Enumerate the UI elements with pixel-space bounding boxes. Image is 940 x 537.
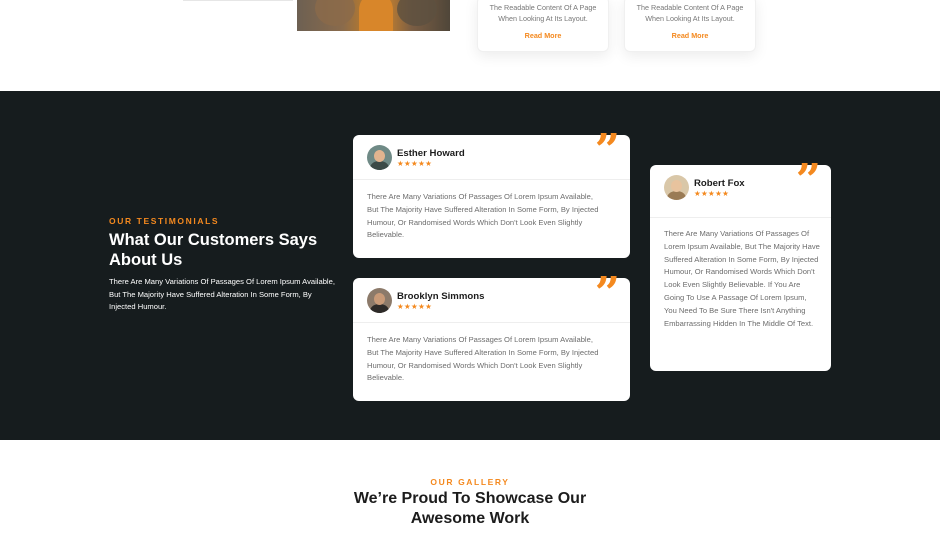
- testimonials-title: What Our Customers Says About Us: [109, 231, 318, 269]
- testimonial-card-brooklyn-simmons: ” Brooklyn Simmons ★★★★★ There Are Many …: [353, 272, 630, 401]
- testimonial-text: There Are Many Variations Of Passages Of…: [367, 192, 599, 240]
- quote-icon: ”: [795, 155, 821, 206]
- gallery-eyebrow: OUR GALLERY: [430, 477, 510, 487]
- read-more-link[interactable]: Read More: [672, 31, 709, 40]
- testimonial-card-esther-howard: ” Esther Howard ★★★★★ There Are Many Var…: [353, 129, 630, 258]
- card-divider: [353, 179, 630, 180]
- divider-line: [183, 0, 293, 1]
- testimonial-text: There Are Many Variations Of Passages Of…: [664, 229, 820, 328]
- reviewer-name: Esther Howard: [397, 147, 465, 159]
- card-divider: [353, 322, 630, 323]
- quote-icon: ”: [594, 268, 620, 319]
- avatar: [367, 288, 392, 313]
- read-more-link[interactable]: Read More: [525, 31, 562, 40]
- testimonial-text: There Are Many Variations Of Passages Of…: [367, 335, 599, 383]
- reviewer-name: Robert Fox: [694, 177, 745, 189]
- blog-section-partial: The Readable Content Of A Page When Look…: [0, 0, 940, 91]
- avatar: [664, 175, 689, 200]
- star-rating: ★★★★★: [397, 301, 433, 311]
- star-rating: ★★★★★: [694, 188, 730, 198]
- blog-card-excerpt: The Readable Content Of A Page When Look…: [636, 3, 744, 23]
- avatar: [367, 145, 392, 170]
- gallery-title: We’re Proud To Showcase Our Awesome Work: [0, 489, 940, 529]
- blog-card: The Readable Content Of A Page When Look…: [477, 0, 609, 52]
- reviewer-name: Brooklyn Simmons: [397, 290, 485, 302]
- testimonial-card-robert-fox: ” Robert Fox ★★★★★ There Are Many Variat…: [650, 159, 831, 371]
- blog-card-excerpt: The Readable Content Of A Page When Look…: [489, 3, 597, 23]
- star-rating: ★★★★★: [397, 158, 433, 168]
- gallery-title-text: We’re Proud To Showcase Our Awesome Work: [353, 490, 587, 527]
- testimonials-description: There Are Many Variations Of Passages Of…: [109, 277, 335, 311]
- quote-icon: ”: [594, 125, 620, 176]
- blog-card: The Readable Content Of A Page When Look…: [624, 0, 756, 52]
- card-divider: [650, 217, 831, 218]
- testimonials-eyebrow: OUR TESTIMONIALS: [109, 216, 220, 226]
- blog-post-image[interactable]: [297, 0, 450, 31]
